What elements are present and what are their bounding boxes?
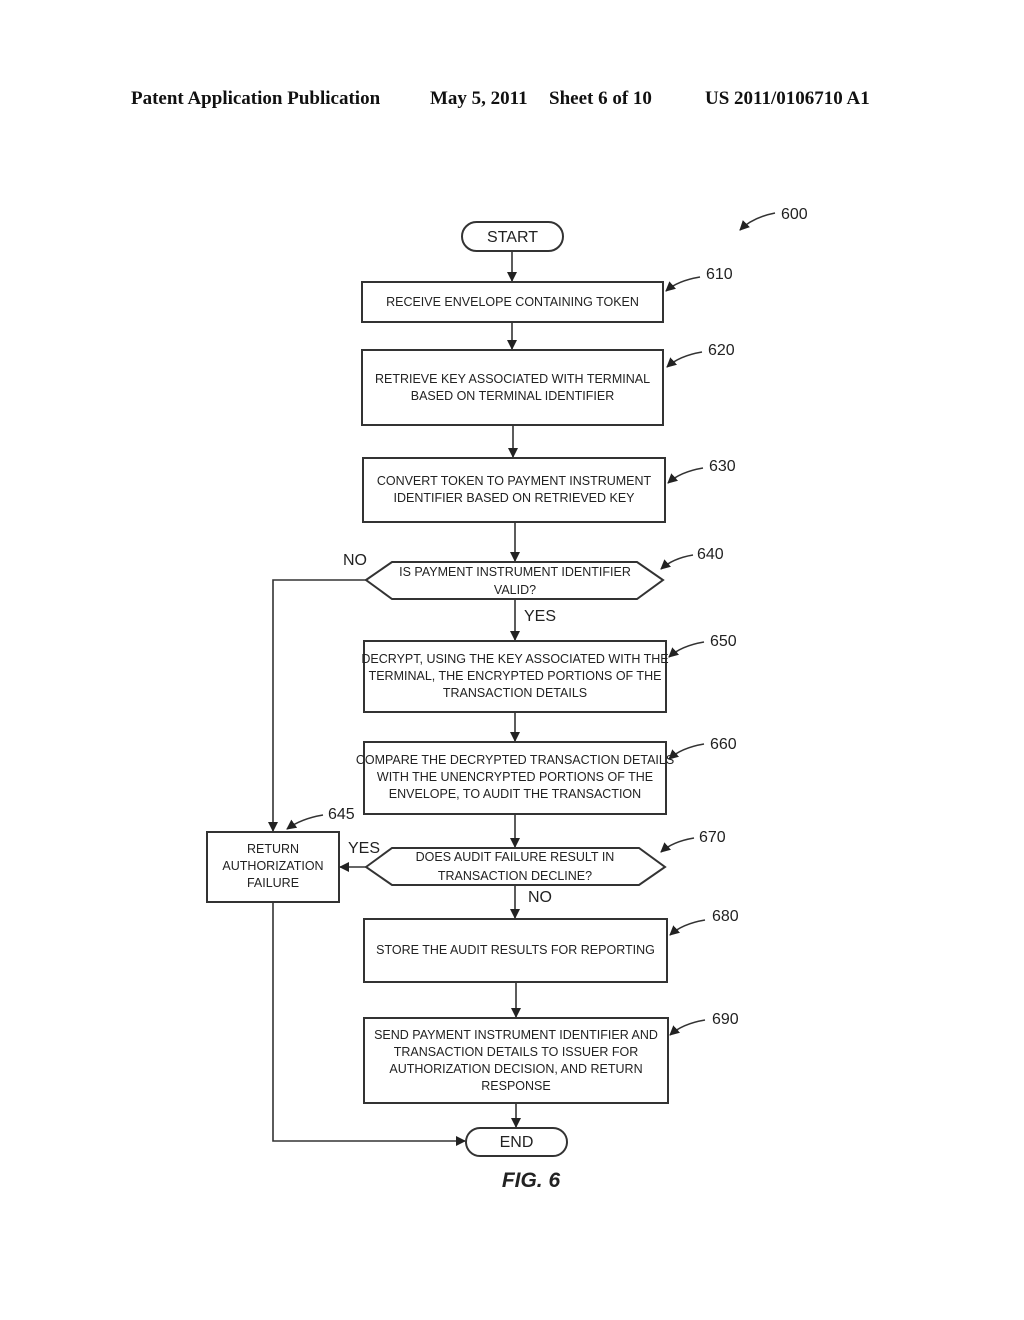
ref-pointer-650 <box>668 641 705 658</box>
decision-640-line: IS PAYMENT INSTRUMENT IDENTIFIER <box>399 565 631 579</box>
step-660-text: COMPARE THE DECRYPTED TRANSACTION DETAIL… <box>356 753 674 801</box>
decision-670-yes-label: YES <box>348 840 380 857</box>
ref-pointer-690 <box>669 1019 706 1036</box>
ref-pointer-680 <box>669 919 706 936</box>
step-620-line: RETRIEVE KEY ASSOCIATED WITH TERMINAL <box>375 372 650 386</box>
step-690-line: RESPONSE <box>481 1079 550 1093</box>
ref-pointer-620 <box>666 351 703 368</box>
decision-640-line: VALID? <box>494 583 536 597</box>
ref-pointer-610 <box>665 276 701 292</box>
step-645-line: RETURN <box>247 842 299 856</box>
decision-670-line: DOES AUDIT FAILURE RESULT IN <box>416 850 615 864</box>
ref-640: 640 <box>697 546 724 563</box>
figure-caption: FIG. 6 <box>502 1169 561 1192</box>
step-660-line: COMPARE THE DECRYPTED TRANSACTION DETAIL… <box>356 753 674 767</box>
step-690-line: TRANSACTION DETAILS TO ISSUER FOR <box>394 1045 638 1059</box>
step-620-box <box>361 349 664 426</box>
ref-690: 690 <box>712 1011 739 1028</box>
step-680-line: STORE THE AUDIT RESULTS FOR REPORTING <box>376 943 655 957</box>
step-610-text: RECEIVE ENVELOPE CONTAINING TOKEN <box>386 295 639 309</box>
ref-610: 610 <box>706 266 733 283</box>
decision-670-line: TRANSACTION DECLINE? <box>438 869 592 883</box>
ref-650: 650 <box>710 633 737 650</box>
ref-pointer-645 <box>286 814 324 830</box>
step-645-line: AUTHORIZATION <box>222 859 323 873</box>
ref-pointer-670 <box>660 837 695 853</box>
ref-670: 670 <box>699 829 726 846</box>
ref-pointer-630 <box>667 467 704 484</box>
ref-pointer-640 <box>660 554 694 570</box>
step-630-line: IDENTIFIER BASED ON RETRIEVED KEY <box>393 491 635 505</box>
connector-640-645 <box>268 579 366 832</box>
step-645-line: FAILURE <box>247 876 299 890</box>
step-660-line: ENVELOPE, TO AUDIT THE TRANSACTION <box>389 787 641 801</box>
step-690-line: AUTHORIZATION DECISION, AND RETURN <box>389 1062 642 1076</box>
ref-660: 660 <box>710 736 737 753</box>
ref-620: 620 <box>708 342 735 359</box>
step-650-line: TERMINAL, THE ENCRYPTED PORTIONS OF THE <box>369 669 662 683</box>
step-690-line: SEND PAYMENT INSTRUMENT IDENTIFIER AND <box>374 1028 658 1042</box>
step-680-text: STORE THE AUDIT RESULTS FOR REPORTING <box>376 943 655 957</box>
ref-645: 645 <box>328 806 355 823</box>
step-660-line: WITH THE UNENCRYPTED PORTIONS OF THE <box>377 770 653 784</box>
ref-pointer-600 <box>739 212 776 231</box>
step-630-line: CONVERT TOKEN TO PAYMENT INSTRUMENT <box>377 474 652 488</box>
decision-640-yes-label: YES <box>524 608 556 625</box>
start-label: START <box>487 229 538 246</box>
step-630-box <box>362 457 666 523</box>
end-label: END <box>500 1134 534 1151</box>
step-610-line: RECEIVE ENVELOPE CONTAINING TOKEN <box>386 295 639 309</box>
decision-670-no-label: NO <box>528 889 552 906</box>
decision-640-no-label: NO <box>343 552 367 569</box>
step-650-line: TRANSACTION DETAILS <box>443 686 587 700</box>
flowchart: 600 START RECEIVE ENVELOPE CONTAINING TO… <box>206 206 808 1192</box>
ref-630: 630 <box>709 458 736 475</box>
ref-pointer-660 <box>668 743 705 760</box>
step-620-line: BASED ON TERMINAL IDENTIFIER <box>411 389 615 403</box>
ref-600: 600 <box>781 206 808 223</box>
step-650-line: DECRYPT, USING THE KEY ASSOCIATED WITH T… <box>361 652 668 666</box>
ref-680: 680 <box>712 908 739 925</box>
